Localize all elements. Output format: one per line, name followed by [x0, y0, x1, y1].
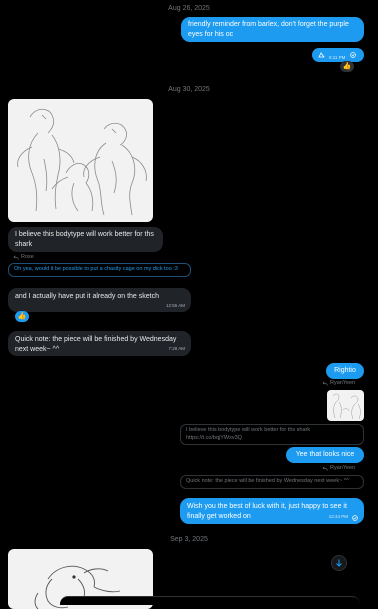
sketch-drawing [332, 393, 361, 420]
reply-arrow-icon [13, 255, 19, 260]
message-text: Wish you the best of luck with it, just … [187, 503, 347, 520]
reaction-badge[interactable]: 👍 [340, 61, 354, 72]
check-circle-icon [350, 52, 356, 58]
date-separator: Aug 26, 2025 [168, 5, 210, 12]
sent-message[interactable]: 5:11 PM [312, 48, 364, 62]
sent-message[interactable]: friendly reminder from barlex, don't for… [181, 17, 364, 42]
scroll-to-bottom-button[interactable] [331, 555, 347, 571]
sent-message[interactable]: Yee that looks nice [286, 447, 364, 463]
message-timestamp: 7:28 AM [168, 345, 185, 351]
reply-label: RyanYeen [330, 465, 356, 471]
reply-arrow-icon [322, 381, 328, 386]
sketch-image[interactable] [8, 99, 153, 222]
date-separator: Sep 3, 2025 [170, 536, 208, 543]
reply-label: Rose [21, 254, 34, 260]
message-timestamp: 12:55 AM [165, 302, 185, 308]
date-separator: Aug 30, 2025 [168, 86, 210, 93]
reply-label: RyanYeen [330, 380, 356, 386]
received-message[interactable]: and I actually have put it already on th… [8, 288, 191, 312]
received-message[interactable]: I believe this bodytype will work better… [8, 227, 163, 252]
message-text: and I actually have put it already on th… [15, 293, 159, 300]
check-circle-icon [352, 515, 358, 521]
sketch-thumbnail[interactable] [327, 390, 364, 421]
composer-edge [60, 596, 360, 605]
quoted-message[interactable]: Quick note: the piece will be finished b… [180, 475, 364, 489]
reply-arrow-icon [322, 466, 328, 471]
arrow-down-icon [336, 559, 342, 567]
quoted-message[interactable]: I believe this bodytype will work better… [180, 424, 364, 445]
received-message[interactable]: Quick note: the piece will be finished b… [8, 331, 191, 356]
message-timestamp: 12:44 PM [328, 513, 348, 519]
sent-message[interactable]: Rightio [326, 363, 364, 379]
emoji-sticker-icon [318, 52, 325, 58]
reaction-badge[interactable]: 👍 [15, 311, 29, 322]
quoted-message[interactable]: Oh yea, would it be possible to put a ch… [8, 263, 191, 277]
message-text: Quick note: the piece will be finished b… [15, 336, 177, 353]
sketch-drawing [17, 108, 147, 216]
sent-message[interactable]: Wish you the best of luck with it, just … [180, 498, 364, 524]
